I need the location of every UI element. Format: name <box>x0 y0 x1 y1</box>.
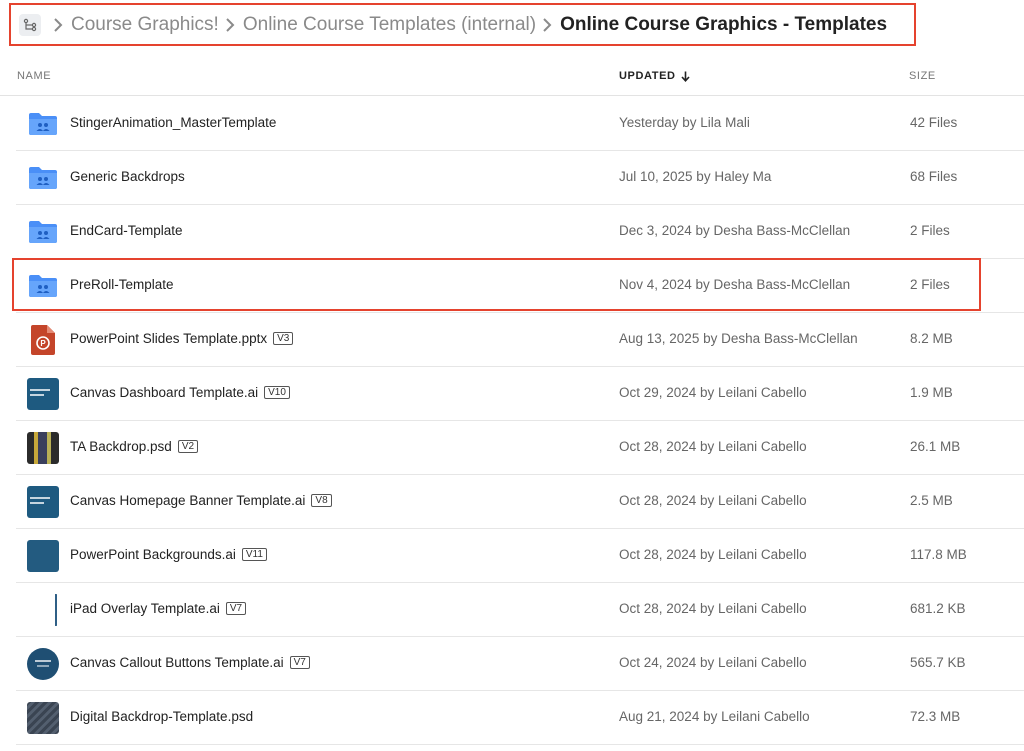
breadcrumb-item-course-graphics[interactable]: Course Graphics! <box>71 14 219 36</box>
size-info: 8.2 MB <box>910 331 953 346</box>
file-name[interactable]: Digital Backdrop-Template.psd <box>70 709 253 724</box>
ai-file-thumbnail <box>27 378 59 410</box>
powerpoint-file-icon: P <box>27 324 59 356</box>
version-badge[interactable]: V7 <box>225 602 247 615</box>
file-thumbnail-image <box>27 648 59 680</box>
size-info: 2 Files <box>910 277 950 292</box>
table-row[interactable]: TA Backdrop.psd V2 Oct 28, 2024 by Leilan… <box>16 421 1024 475</box>
table-row[interactable]: PowerPoint Backgrounds.ai V11 Oct 28, 202… <box>16 529 1024 583</box>
file-name[interactable]: PowerPoint Slides Template.pptx V3 <box>70 331 294 346</box>
size-info: 117.8 MB <box>910 547 967 562</box>
file-name[interactable]: iPad Overlay Template.ai V7 <box>70 601 247 616</box>
ai-file-thumbnail <box>27 648 59 680</box>
version-badge[interactable]: V8 <box>311 494 332 507</box>
chevron-right-icon <box>225 17 235 32</box>
table-row[interactable]: iPad Overlay Template.ai V7 Oct 28, 2024 … <box>16 583 1024 637</box>
folder-tree-icon[interactable] <box>19 13 41 36</box>
psd-file-thumbnail <box>27 432 59 464</box>
updated-info: Oct 28, 2024 by Leilani Cabello <box>619 547 807 562</box>
column-header-updated-label: UPDATED <box>619 70 676 82</box>
shared-folder-icon <box>27 270 59 302</box>
file-name[interactable]: TA Backdrop.psd V2 <box>70 439 199 454</box>
file-thumbnail-image <box>27 540 59 572</box>
column-header-name[interactable]: NAME <box>17 70 51 82</box>
size-info: 68 Files <box>910 169 958 184</box>
ai-file-thumbnail <box>27 594 59 626</box>
file-name[interactable]: Generic Backdrops <box>70 169 185 184</box>
updated-info: Nov 4, 2024 by Desha Bass-McClellan <box>619 277 851 292</box>
size-info: 2.5 MB <box>910 493 953 508</box>
size-info: 1.9 MB <box>910 385 953 400</box>
version-badge[interactable]: V7 <box>289 656 310 669</box>
table-row[interactable]: Canvas Dashboard Template.ai V10 Oct 29, … <box>16 367 1024 421</box>
file-thumbnail-image <box>27 702 59 734</box>
updated-info: Jul 10, 2025 by Haley Ma <box>619 169 772 184</box>
table-row[interactable]: StingerAnimation_MasterTemplate Yesterda… <box>16 97 1024 151</box>
table-row[interactable]: EndCard-Template Dec 3, 2024 by Desha Ba… <box>16 205 1024 259</box>
file-name[interactable]: Canvas Callout Buttons Template.ai V7 <box>70 655 310 670</box>
table-header: NAME UPDATED SIZE <box>0 56 1024 96</box>
updated-info: Dec 3, 2024 by Desha Bass-McClellan <box>619 223 851 238</box>
size-info: 565.7 KB <box>910 655 966 670</box>
table-row[interactable]: Canvas Callout Buttons Template.ai V7 Oct… <box>16 637 1024 691</box>
size-info: 26.1 MB <box>910 439 961 454</box>
updated-info: Oct 29, 2024 by Leilani Cabello <box>619 385 807 400</box>
arrow-down-icon <box>680 71 690 82</box>
updated-info: Oct 24, 2024 by Leilani Cabello <box>619 655 807 670</box>
ai-file-thumbnail <box>27 486 59 518</box>
ai-file-thumbnail <box>27 540 59 572</box>
updated-info: Oct 28, 2024 by Leilani Cabello <box>619 439 807 454</box>
file-name[interactable]: EndCard-Template <box>70 223 183 238</box>
chevron-right-icon <box>542 17 552 32</box>
chevron-right-icon <box>53 17 63 32</box>
file-thumbnail-image <box>27 378 59 410</box>
shared-folder-icon <box>27 108 59 140</box>
version-badge[interactable]: V11 <box>241 548 267 561</box>
file-thumbnail-image <box>27 486 59 518</box>
file-list: StingerAnimation_MasterTemplate Yesterda… <box>16 97 1024 745</box>
size-info: 42 Files <box>910 115 958 130</box>
table-row[interactable]: Canvas Homepage Banner Template.ai V8 Oct… <box>16 475 1024 529</box>
breadcrumb-item-current: Online Course Graphics - Templates <box>560 13 888 35</box>
updated-info: Oct 28, 2024 by Leilani Cabello <box>619 493 807 508</box>
updated-info: Aug 13, 2025 by Desha Bass-McClellan <box>619 331 858 346</box>
updated-info: Aug 21, 2024 by Leilani Cabello <box>619 709 810 724</box>
table-row[interactable]: P PowerPoint Slides Template.pptx V3 Aug … <box>16 313 1024 367</box>
file-name[interactable]: Canvas Dashboard Template.ai V10 <box>70 385 290 400</box>
version-badge[interactable]: V2 <box>177 440 199 453</box>
shared-folder-icon <box>27 216 59 248</box>
file-name[interactable]: Canvas Homepage Banner Template.ai V8 <box>70 493 332 508</box>
file-name[interactable]: PowerPoint Backgrounds.ai V11 <box>70 547 267 562</box>
svg-text:P: P <box>40 339 46 348</box>
shared-folder-icon <box>27 162 59 194</box>
column-header-updated[interactable]: UPDATED <box>619 70 690 82</box>
size-info: 72.3 MB <box>910 709 961 724</box>
version-badge[interactable]: V3 <box>273 332 294 345</box>
table-row[interactable]: PreRoll-Template Nov 4, 2024 by Desha Ba… <box>16 259 1024 313</box>
column-header-size[interactable]: SIZE <box>909 70 936 82</box>
breadcrumb: Course Graphics! Online Course Templates… <box>9 3 916 46</box>
size-info: 681.2 KB <box>910 601 966 616</box>
file-name[interactable]: StingerAnimation_MasterTemplate <box>70 115 276 130</box>
file-thumbnail-image <box>27 432 59 464</box>
table-row[interactable]: Digital Backdrop-Template.psd Aug 21, 20… <box>16 691 1024 745</box>
file-name[interactable]: PreRoll-Template <box>70 277 174 292</box>
updated-info: Yesterday by Lila Mali <box>619 115 750 130</box>
breadcrumb-item-online-course-templates[interactable]: Online Course Templates (internal) <box>243 14 536 36</box>
psd-file-thumbnail <box>27 702 59 734</box>
file-thumbnail-image <box>27 594 59 626</box>
updated-info: Oct 28, 2024 by Leilani Cabello <box>619 601 807 616</box>
version-badge[interactable]: V10 <box>264 386 290 399</box>
table-row[interactable]: Generic Backdrops Jul 10, 2025 by Haley … <box>16 151 1024 205</box>
size-info: 2 Files <box>910 223 950 238</box>
